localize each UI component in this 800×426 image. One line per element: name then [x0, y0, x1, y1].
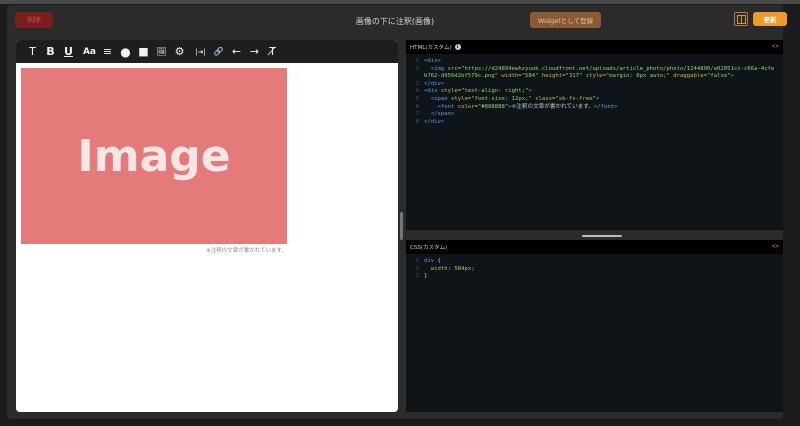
editor-canvas[interactable]: Image ※注釈の文章が書かれています。: [16, 63, 398, 412]
css-code-line: 2 width: 584px;: [406, 266, 783, 274]
update-button[interactable]: 更新: [753, 12, 787, 26]
html-code-line: 6 <font color="#888888">※注釈の文章が書かれています。<…: [406, 104, 783, 112]
css-code-line: 1 div {: [406, 258, 783, 266]
editor-toolbar: T B U Aa ≡ ● ■ 🖼 ⚙ |⇥| 🔗 ← → T̸: [16, 40, 398, 63]
line-number: [406, 73, 424, 81]
line-number: 1: [415, 58, 419, 64]
html-code-line: 4 <div style="text-align: right;">: [406, 88, 783, 96]
html-code-line: 1 <div>: [406, 58, 783, 66]
image-placeholder-text: Image: [77, 130, 231, 182]
line-number: 8: [415, 118, 419, 125]
code-icon[interactable]: <>: [772, 43, 779, 50]
vertical-resize-handle[interactable]: [400, 212, 403, 240]
code-text: </div>: [424, 118, 445, 125]
css-pane-label: CSS(カスタム): [410, 245, 448, 251]
line-number: 4: [415, 88, 419, 95]
code-text: <div style="text-align: right;">: [424, 88, 532, 95]
split-view-button[interactable]: [734, 12, 748, 26]
horizontal-resize-handle[interactable]: [582, 235, 622, 237]
split-view-icon: [736, 14, 746, 24]
background-square-icon[interactable]: ■: [135, 43, 152, 60]
html-code-editor[interactable]: 1 <div> 2 <img src="https://d24894ewhzyuok…: [406, 54, 783, 126]
html-code-line: 2 <img src="https://d24894ewhzyuok.cloud…: [406, 66, 783, 74]
code-text: <div>: [424, 58, 441, 64]
color-circle-icon[interactable]: ●: [117, 43, 134, 60]
code-text: <img src="https://d24894ewhzyuok.cloudfr…: [430, 65, 775, 72]
image-caption[interactable]: ※注釈の文章が書かれています。: [206, 246, 287, 254]
html-pane: HTML(カスタム) i <> 1 <div> 2 <img src="https:…: [406, 40, 783, 230]
html-code-line: 8 </div>: [406, 119, 783, 127]
css-pane-header: CSS(カスタム) <>: [406, 240, 783, 254]
line-number: 5: [415, 95, 419, 102]
line-number: 1: [415, 258, 419, 264]
code-text: <font color="#888888">※注釈の文章が書かれています。</f…: [437, 103, 618, 110]
line-number: 6: [415, 103, 419, 110]
code-text: <span style="font-size: 12px;" class="sb…: [430, 95, 600, 102]
html-code-line: 3 </div>: [406, 81, 783, 89]
wysiwyg-editor: T B U Aa ≡ ● ■ 🖼 ⚙ |⇥| 🔗 ← → T̸ Image ※注釈の文章が書かれています。: [16, 40, 398, 412]
top-strip: [0, 0, 800, 4]
html-code-line: b762-d956d2bf579c.png" width="584" heigh…: [406, 73, 783, 81]
font-size-icon[interactable]: Aa: [81, 43, 98, 60]
redo-icon[interactable]: →: [246, 43, 263, 60]
widget-editor-modal: 削除 画像の下に注釈(画像) Widgetとして登録 更新 T B U Aa ≡ ● ■ 🖼 ⚙…: [7, 5, 787, 419]
align-icon[interactable]: ≡: [99, 43, 116, 60]
text-style-icon[interactable]: T: [24, 43, 41, 60]
clear-format-icon[interactable]: T̸: [264, 43, 281, 60]
code-text: b762-d956d2bf579c.png" width="584" heigh…: [424, 73, 734, 80]
undo-icon[interactable]: ←: [228, 43, 245, 60]
html-code-line: 5 <span style="font-size: 12px;" class="…: [406, 96, 783, 104]
image-placeholder[interactable]: Image: [21, 68, 287, 244]
html-pane-label: HTML(カスタム): [410, 45, 452, 51]
line-number: 2: [415, 65, 419, 72]
code-text: width: 584px;: [430, 265, 475, 272]
line-number: 3: [415, 273, 419, 280]
code-text: div {: [424, 258, 441, 264]
modal-title: 画像の下に注釈(画像): [355, 17, 435, 26]
width-icon[interactable]: |⇥|: [192, 43, 209, 60]
image-icon[interactable]: 🖼: [153, 43, 170, 60]
code-text: }: [424, 273, 428, 280]
html-code-line: 7 </span>: [406, 111, 783, 119]
link-icon[interactable]: 🔗: [210, 43, 227, 60]
code-text: </div>: [424, 80, 445, 87]
underline-icon[interactable]: U: [60, 43, 77, 60]
code-text: </span>: [430, 111, 455, 118]
css-pane: CSS(カスタム) <> 1 div {2 width: 584px; 3}: [406, 240, 783, 412]
modal-header: 削除 画像の下に注釈(画像) Widgetとして登録 更新: [7, 5, 787, 39]
css-code-line: 3}: [406, 273, 783, 281]
css-code-editor[interactable]: 1 div {2 width: 584px; 3}: [406, 254, 783, 281]
line-number: 7: [415, 111, 419, 118]
line-number: 3: [415, 80, 419, 87]
html-pane-header: HTML(カスタム) i <>: [406, 40, 783, 54]
register-widget-button[interactable]: Widgetとして登録: [530, 12, 601, 28]
info-icon[interactable]: i: [454, 44, 461, 50]
code-icon[interactable]: <>: [772, 243, 779, 250]
line-number: 2: [415, 265, 419, 272]
settings-icon[interactable]: ⚙: [171, 43, 188, 60]
bold-icon[interactable]: B: [42, 43, 59, 60]
